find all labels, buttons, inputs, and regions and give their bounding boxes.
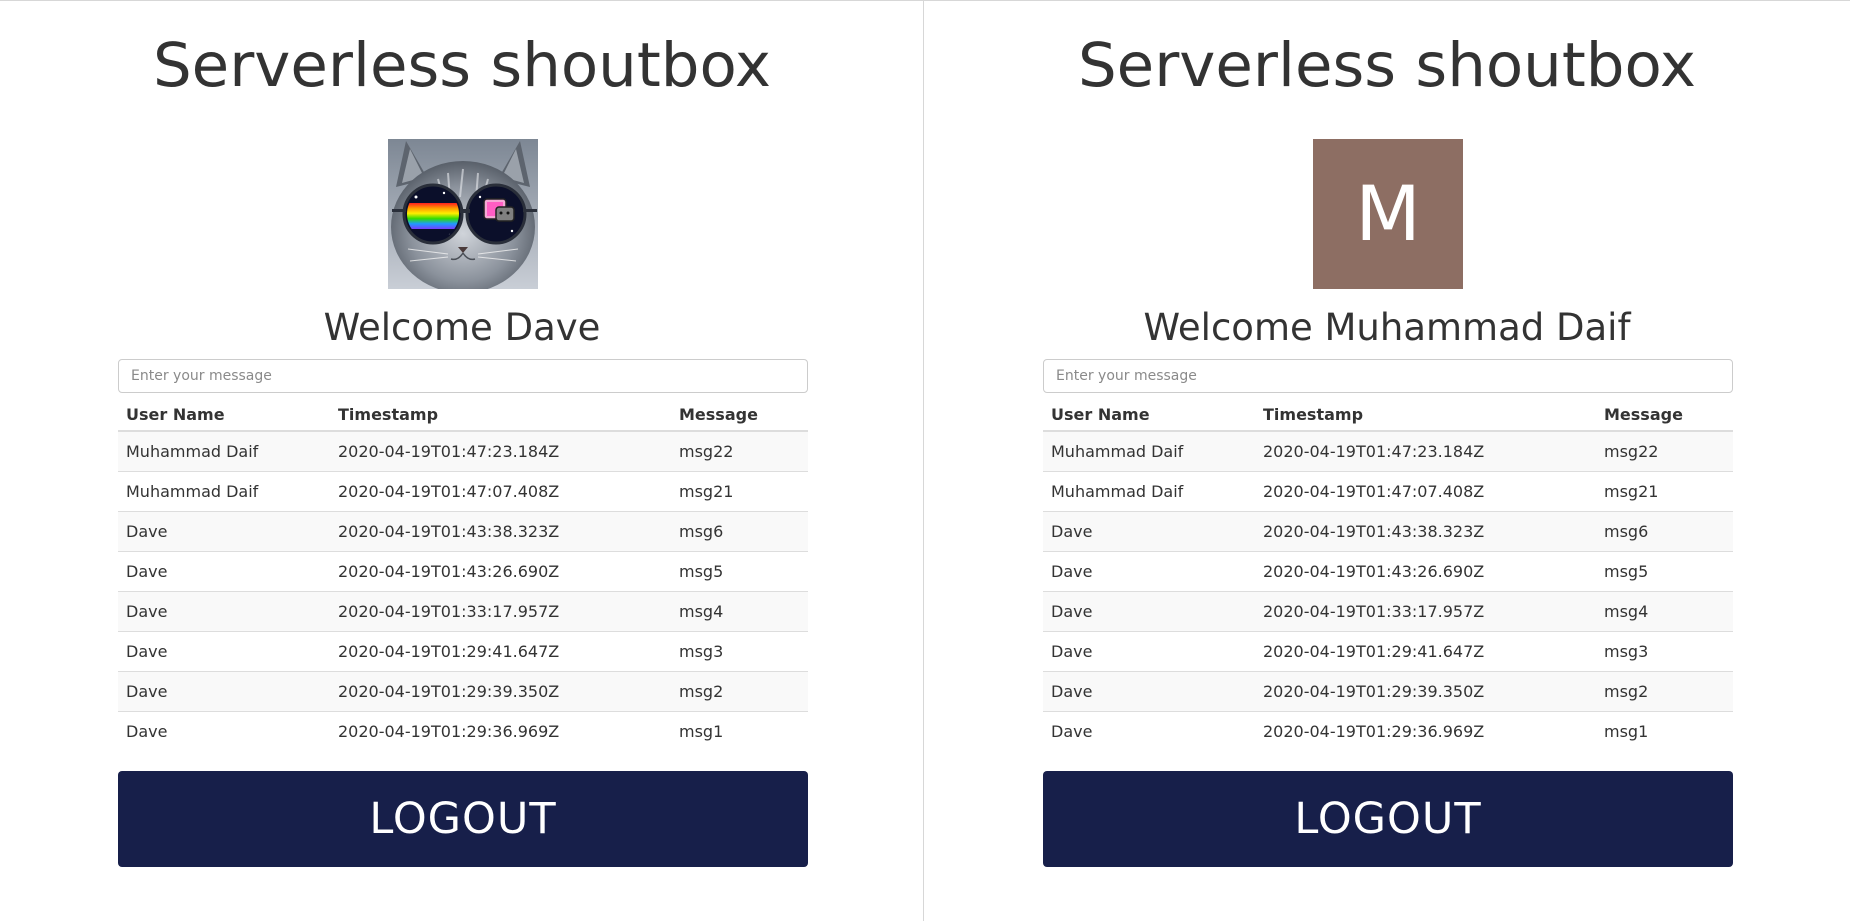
column-header-user-name: User Name [118,394,330,432]
cell-user-name: Dave [118,550,330,591]
page-title: Serverless shoutbox [1077,30,1697,101]
cell-message: msg4 [1596,590,1733,631]
cell-timestamp: 2020-04-19T01:47:23.184Z [330,431,671,471]
cell-timestamp: 2020-04-19T01:43:38.323Z [1255,510,1596,551]
table-row: Muhammad Daif 2020-04-19T01:47:23.184Z m… [118,431,808,471]
table-row: Dave 2020-04-19T01:43:26.690Z msg5 [118,550,808,591]
cat-sunglasses-avatar-icon [388,139,538,289]
cell-timestamp: 2020-04-19T01:29:36.969Z [1255,710,1596,751]
table-row: Muhammad Daif 2020-04-19T01:47:07.408Z m… [1043,470,1733,511]
cell-timestamp: 2020-04-19T01:43:38.323Z [330,510,671,551]
cell-message: msg1 [1596,710,1733,751]
cell-timestamp: 2020-04-19T01:43:26.690Z [1255,550,1596,591]
cell-timestamp: 2020-04-19T01:29:41.647Z [330,630,671,671]
cell-user-name: Muhammad Daif [118,431,330,471]
cell-timestamp: 2020-04-19T01:33:17.957Z [330,590,671,631]
table-row: Dave 2020-04-19T01:43:38.323Z msg6 [1043,510,1733,551]
cell-message: msg4 [671,590,808,631]
table-row: Dave 2020-04-19T01:29:36.969Z msg1 [1043,710,1733,751]
cell-user-name: Dave [1043,630,1255,671]
table-row: Dave 2020-04-19T01:29:41.647Z msg3 [1043,630,1733,671]
cell-message: msg2 [1596,670,1733,711]
cell-message: msg21 [1596,470,1733,511]
cell-timestamp: 2020-04-19T01:33:17.957Z [1255,590,1596,631]
cell-message: msg5 [671,550,808,591]
cell-message: msg1 [671,710,808,751]
cell-user-name: Dave [1043,670,1255,711]
table-row: Dave 2020-04-19T01:43:26.690Z msg5 [1043,550,1733,591]
table-row: Muhammad Daif 2020-04-19T01:47:23.184Z m… [1043,431,1733,471]
column-header-message: Message [1596,394,1733,432]
cell-user-name: Dave [118,630,330,671]
cell-user-name: Dave [1043,710,1255,751]
column-header-timestamp: Timestamp [1255,394,1596,432]
column-header-user-name: User Name [1043,394,1255,432]
cell-user-name: Dave [118,710,330,751]
table-header-row: User Name Timestamp Message [118,394,808,432]
cell-message: msg6 [671,510,808,551]
cell-timestamp: 2020-04-19T01:29:41.647Z [1255,630,1596,671]
message-input[interactable] [1043,359,1733,393]
cell-timestamp: 2020-04-19T01:29:39.350Z [330,670,671,711]
cell-message: msg6 [1596,510,1733,551]
cell-message: msg22 [1596,431,1733,471]
table-row: Dave 2020-04-19T01:33:17.957Z msg4 [118,590,808,631]
column-header-timestamp: Timestamp [330,394,671,432]
cell-timestamp: 2020-04-19T01:47:07.408Z [1255,470,1596,511]
table-header-row: User Name Timestamp Message [1043,394,1733,432]
cell-user-name: Dave [1043,510,1255,551]
cell-message: msg2 [671,670,808,711]
cell-user-name: Muhammad Daif [1043,470,1255,511]
cell-timestamp: 2020-04-19T01:47:23.184Z [1255,431,1596,471]
page-title: Serverless shoutbox [152,30,772,101]
cell-message: msg22 [671,431,808,471]
avatar-letter: M [1355,169,1421,258]
cell-message: msg5 [1596,550,1733,591]
avatar: M [1313,139,1463,289]
table-row: Dave 2020-04-19T01:29:39.350Z msg2 [1043,670,1733,711]
messages-table: User Name Timestamp Message Muhammad Dai… [1043,394,1733,751]
column-header-message: Message [671,394,808,432]
logout-button[interactable]: LOGOUT [118,771,808,867]
cell-timestamp: 2020-04-19T01:47:07.408Z [330,470,671,511]
cell-user-name: Muhammad Daif [118,470,330,511]
table-row: Dave 2020-04-19T01:29:36.969Z msg1 [118,710,808,751]
cell-user-name: Dave [118,670,330,711]
cell-user-name: Muhammad Daif [1043,431,1255,471]
cell-message: msg3 [1596,630,1733,671]
shoutbox-pane-muhammad: Serverless shoutbox M Welcome Muhammad D… [925,1,1849,921]
pane-divider [923,1,924,921]
message-input[interactable] [118,359,808,393]
cell-timestamp: 2020-04-19T01:29:39.350Z [1255,670,1596,711]
cell-message: msg21 [671,470,808,511]
table-row: Dave 2020-04-19T01:29:39.350Z msg2 [118,670,808,711]
cell-user-name: Dave [1043,590,1255,631]
logout-button[interactable]: LOGOUT [1043,771,1733,867]
cell-timestamp: 2020-04-19T01:29:36.969Z [330,710,671,751]
cell-message: msg3 [671,630,808,671]
table-row: Dave 2020-04-19T01:29:41.647Z msg3 [118,630,808,671]
welcome-message: Welcome Muhammad Daif [1143,306,1631,349]
messages-table: User Name Timestamp Message Muhammad Dai… [118,394,808,751]
cell-user-name: Dave [118,510,330,551]
split-screen: Serverless shoutbox Welcome Dave Enter y… [0,0,1850,921]
table-row: Dave 2020-04-19T01:33:17.957Z msg4 [1043,590,1733,631]
cell-user-name: Dave [1043,550,1255,591]
cell-timestamp: 2020-04-19T01:43:26.690Z [330,550,671,591]
avatar [388,139,538,289]
welcome-message: Welcome Dave [323,306,601,349]
table-row: Muhammad Daif 2020-04-19T01:47:07.408Z m… [118,470,808,511]
table-row: Dave 2020-04-19T01:43:38.323Z msg6 [118,510,808,551]
shoutbox-pane-dave: Serverless shoutbox Welcome Dave Enter y… [0,1,924,921]
cell-user-name: Dave [118,590,330,631]
